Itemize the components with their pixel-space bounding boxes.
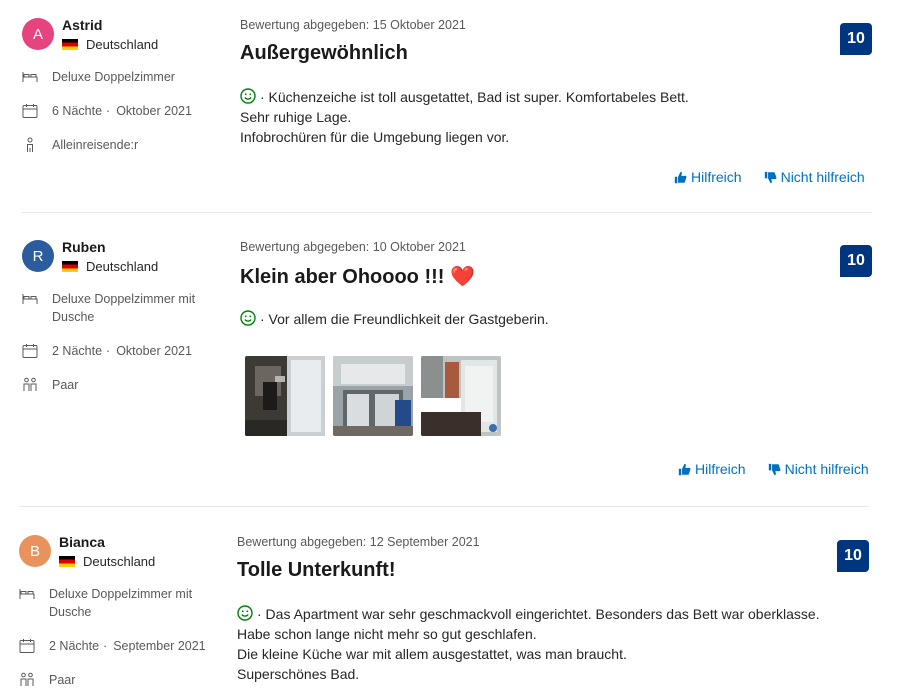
review-text: · Küchenzeiche ist toll ausgetattet, Bad… <box>240 88 689 145</box>
review-score: 10 <box>840 23 872 55</box>
reviewer-country: Deutschland <box>62 37 158 52</box>
calendar-icon <box>22 103 38 119</box>
stay-info: 2 Nächte · September 2021 <box>19 637 206 655</box>
traveler-type: Paar <box>22 376 202 394</box>
review-actions: Hilfreich Nicht hilfreich <box>674 169 865 185</box>
review-title: Tolle Unterkunft! <box>237 559 396 581</box>
review-card: A Astrid Deutschland Deluxe Doppelzimmer… <box>0 0 897 213</box>
smile-icon <box>237 605 253 621</box>
review-text: · Das Apartment war sehr geschmackvoll e… <box>237 605 820 682</box>
person-icon <box>22 137 38 153</box>
avatar: B <box>19 535 51 567</box>
country-label: Deutschland <box>86 259 159 274</box>
room-type: Deluxe Doppelzimmer mit Dusche <box>22 290 202 326</box>
review-score: 10 <box>837 540 869 572</box>
review-date: Bewertung abgegeben: 10 Oktober 2021 <box>240 240 466 254</box>
review-card: R Ruben Deutschland Deluxe Doppelzimmer … <box>0 225 897 507</box>
review-title: Klein aber Ohoooo !!! ❤️ <box>240 266 475 288</box>
review-photo[interactable] <box>333 356 413 436</box>
review-date: Bewertung abgegeben: 12 September 2021 <box>237 535 480 549</box>
review-photo[interactable] <box>245 356 325 436</box>
review-photos <box>245 356 501 436</box>
not-helpful-button[interactable]: Nicht hilfreich <box>764 169 865 185</box>
helpful-button[interactable]: Hilfreich <box>674 169 742 185</box>
smile-icon <box>240 310 256 326</box>
stay-info: 2 Nächte · Oktober 2021 <box>22 342 192 360</box>
review-card: B Bianca Deutschland Deluxe Doppelzimmer… <box>0 520 897 697</box>
thumbs-down-icon <box>764 171 777 184</box>
review-title: Außergewöhnlich <box>240 42 408 64</box>
calendar-icon <box>19 638 35 654</box>
helpful-button[interactable]: Hilfreich <box>678 461 746 477</box>
thumbs-down-icon <box>768 463 781 476</box>
divider <box>22 212 872 213</box>
review-date: Bewertung abgegeben: 15 Oktober 2021 <box>240 18 466 32</box>
stay-info: 6 Nächte · Oktober 2021 <box>22 102 192 120</box>
review-score: 10 <box>840 245 872 277</box>
reviewer-country: Deutschland <box>59 554 155 569</box>
country-label: Deutschland <box>86 37 159 52</box>
reviewer-name: Bianca <box>59 534 105 550</box>
bed-icon <box>22 291 38 307</box>
smile-icon <box>240 88 256 104</box>
not-helpful-button[interactable]: Nicht hilfreich <box>768 461 869 477</box>
divider <box>19 506 869 507</box>
avatar: A <box>22 18 54 50</box>
thumbs-up-icon <box>674 171 687 184</box>
bed-icon <box>22 69 38 85</box>
bed-icon <box>19 586 35 602</box>
room-type: Deluxe Doppelzimmer mit Dusche <box>19 585 199 621</box>
couple-icon <box>22 377 38 393</box>
review-photo[interactable] <box>421 356 501 436</box>
review-text: · Vor allem die Freundlichkeit der Gastg… <box>240 309 549 329</box>
flag-de-icon <box>59 556 75 567</box>
reviewer-name: Ruben <box>62 239 106 255</box>
avatar: R <box>22 240 54 272</box>
couple-icon <box>19 672 35 688</box>
reviewer-country: Deutschland <box>62 259 158 274</box>
calendar-icon <box>22 343 38 359</box>
flag-de-icon <box>62 39 78 50</box>
flag-de-icon <box>62 261 78 272</box>
traveler-type: Paar <box>19 671 199 689</box>
room-type: Deluxe Doppelzimmer <box>22 68 202 86</box>
traveler-type: Alleinreisende:r <box>22 136 202 154</box>
country-label: Deutschland <box>83 554 156 569</box>
reviewer-name: Astrid <box>62 17 103 33</box>
thumbs-up-icon <box>678 463 691 476</box>
review-actions: Hilfreich Nicht hilfreich <box>678 461 869 477</box>
